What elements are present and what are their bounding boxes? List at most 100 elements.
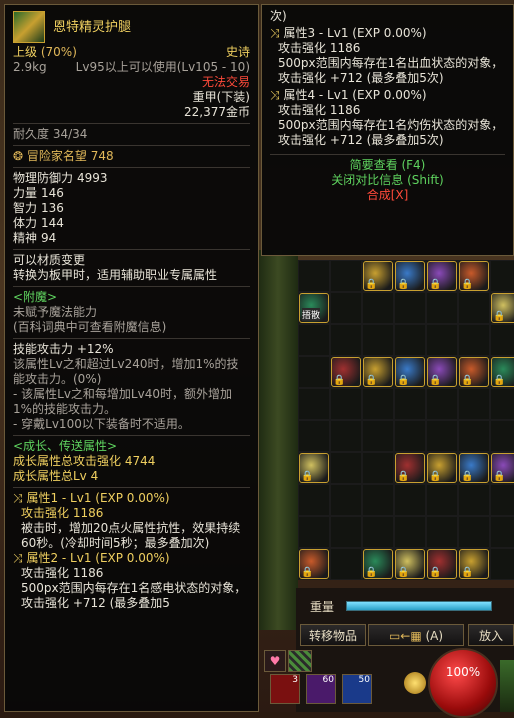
inventory-grid[interactable]: 🔒 🔒 🔒 🔒 捂散 🔒 🔒 🔒 🔒 🔒 🔒 🔒 🔒 🔒 🔒 🔒 🔒 🔒 🔒 🔒 🔒 🔒 (296, 258, 514, 588)
inventory-slot[interactable] (362, 292, 394, 324)
inventory-item-icon[interactable]: 🔒 (427, 261, 457, 291)
inventory-slot[interactable]: 🔒 (458, 356, 490, 388)
inventory-slot[interactable] (394, 292, 426, 324)
inventory-slot[interactable]: 🔒 (426, 452, 458, 484)
inventory-item-icon[interactable]: 🔒 (395, 357, 425, 387)
heart-slot-icon[interactable]: ♥ (264, 650, 286, 672)
inventory-slot[interactable] (330, 548, 362, 580)
inventory-item-icon[interactable]: 🔒 (331, 357, 361, 387)
inventory-slot[interactable] (458, 484, 490, 516)
inventory-slot[interactable]: 🔒 (394, 452, 426, 484)
inventory-slot[interactable]: 捂散 (298, 292, 330, 324)
inventory-item-icon[interactable]: 🔒 (299, 549, 329, 579)
inventory-slot[interactable] (330, 388, 362, 420)
inventory-slot[interactable]: 🔒 (394, 548, 426, 580)
inventory-slot[interactable] (394, 516, 426, 548)
inventory-slot[interactable] (330, 324, 362, 356)
inventory-item-icon[interactable]: 🔒 (363, 549, 393, 579)
inventory-slot[interactable] (394, 484, 426, 516)
inventory-slot[interactable] (298, 260, 330, 292)
inventory-item-icon[interactable]: 🔒 (491, 453, 514, 483)
inventory-slot[interactable] (330, 292, 362, 324)
gold-coin-icon[interactable] (404, 672, 426, 694)
inventory-item-icon[interactable]: 🔒 (395, 549, 425, 579)
inventory-slot[interactable] (490, 324, 514, 356)
quickslot-purple-potion[interactable]: 60 (306, 674, 336, 704)
inventory-item-icon[interactable]: 🔒 (299, 453, 329, 483)
inventory-slot[interactable]: 🔒 (458, 452, 490, 484)
inventory-slot[interactable] (394, 420, 426, 452)
inventory-item-icon[interactable]: 🔒 (363, 357, 393, 387)
inventory-slot[interactable] (426, 324, 458, 356)
sort-button[interactable]: ▭←▦ (A) (368, 624, 464, 646)
inventory-slot[interactable] (490, 420, 514, 452)
inventory-item-icon[interactable]: 🔒 (459, 261, 489, 291)
inventory-slot[interactable] (458, 388, 490, 420)
inventory-slot[interactable] (394, 388, 426, 420)
inventory-slot[interactable] (362, 388, 394, 420)
inventory-item-icon[interactable]: 捂散 (299, 293, 329, 323)
inventory-slot[interactable] (394, 324, 426, 356)
inventory-slot[interactable] (426, 292, 458, 324)
inventory-slot[interactable]: 🔒 (426, 548, 458, 580)
inventory-slot[interactable] (298, 324, 330, 356)
inventory-slot[interactable] (330, 516, 362, 548)
inventory-slot[interactable] (362, 324, 394, 356)
inventory-slot[interactable] (458, 292, 490, 324)
inventory-slot[interactable]: 🔒 (458, 260, 490, 292)
inventory-slot[interactable] (362, 516, 394, 548)
inventory-slot[interactable] (330, 484, 362, 516)
inventory-slot[interactable] (330, 260, 362, 292)
inventory-slot[interactable] (490, 388, 514, 420)
inventory-item-icon[interactable]: 🔒 (491, 293, 514, 323)
inventory-slot[interactable] (458, 516, 490, 548)
inventory-slot[interactable]: 🔒 (394, 260, 426, 292)
inventory-slot[interactable] (298, 484, 330, 516)
inventory-slot[interactable]: 🔒 (362, 548, 394, 580)
quickslot-blue-potion[interactable]: 50 (342, 674, 372, 704)
inventory-slot[interactable]: 🔒 (298, 548, 330, 580)
inventory-slot[interactable] (490, 516, 514, 548)
inventory-slot[interactable] (426, 388, 458, 420)
inventory-slot[interactable]: 🔒 (490, 356, 514, 388)
inventory-slot[interactable] (298, 356, 330, 388)
transfer-items-button[interactable]: 转移物品 (300, 624, 366, 646)
inventory-slot[interactable]: 🔒 (426, 356, 458, 388)
inventory-slot[interactable]: 🔒 (330, 356, 362, 388)
inventory-slot[interactable] (298, 388, 330, 420)
quickslot-red-potion[interactable]: 3 (270, 674, 300, 704)
inventory-item-icon[interactable]: 🔒 (459, 357, 489, 387)
inventory-slot[interactable] (298, 516, 330, 548)
inventory-slot[interactable] (362, 484, 394, 516)
inventory-item-icon[interactable]: 🔒 (363, 261, 393, 291)
inventory-slot[interactable] (490, 260, 514, 292)
inventory-slot[interactable]: 🔒 (298, 452, 330, 484)
inventory-slot[interactable]: 🔒 (490, 292, 514, 324)
inventory-slot[interactable] (426, 420, 458, 452)
inventory-slot[interactable] (458, 420, 490, 452)
inventory-item-icon[interactable]: 🔒 (491, 357, 514, 387)
inventory-item-icon[interactable]: 🔒 (459, 453, 489, 483)
inventory-slot[interactable]: 🔒 (490, 452, 514, 484)
inventory-slot[interactable] (362, 452, 394, 484)
inventory-slot[interactable]: 🔒 (426, 260, 458, 292)
inventory-slot[interactable]: 🔒 (458, 548, 490, 580)
inventory-slot[interactable] (458, 324, 490, 356)
inventory-slot[interactable]: 🔒 (362, 260, 394, 292)
inventory-slot[interactable] (426, 484, 458, 516)
inventory-slot[interactable] (490, 548, 514, 580)
inventory-item-icon[interactable]: 🔒 (427, 357, 457, 387)
inventory-slot[interactable] (330, 420, 362, 452)
inventory-item-icon[interactable]: 🔒 (459, 549, 489, 579)
put-button[interactable]: 放入 (468, 624, 514, 646)
inventory-slot[interactable] (490, 484, 514, 516)
inventory-item-icon[interactable]: 🔒 (427, 453, 457, 483)
inventory-slot[interactable]: 🔒 (362, 356, 394, 388)
inventory-slot[interactable] (362, 420, 394, 452)
inventory-slot[interactable]: 🔒 (394, 356, 426, 388)
inventory-item-icon[interactable]: 🔒 (395, 453, 425, 483)
inventory-item-icon[interactable]: 🔒 (395, 261, 425, 291)
inventory-slot[interactable] (298, 420, 330, 452)
pattern-slot[interactable] (288, 650, 312, 672)
inventory-slot[interactable] (330, 452, 362, 484)
